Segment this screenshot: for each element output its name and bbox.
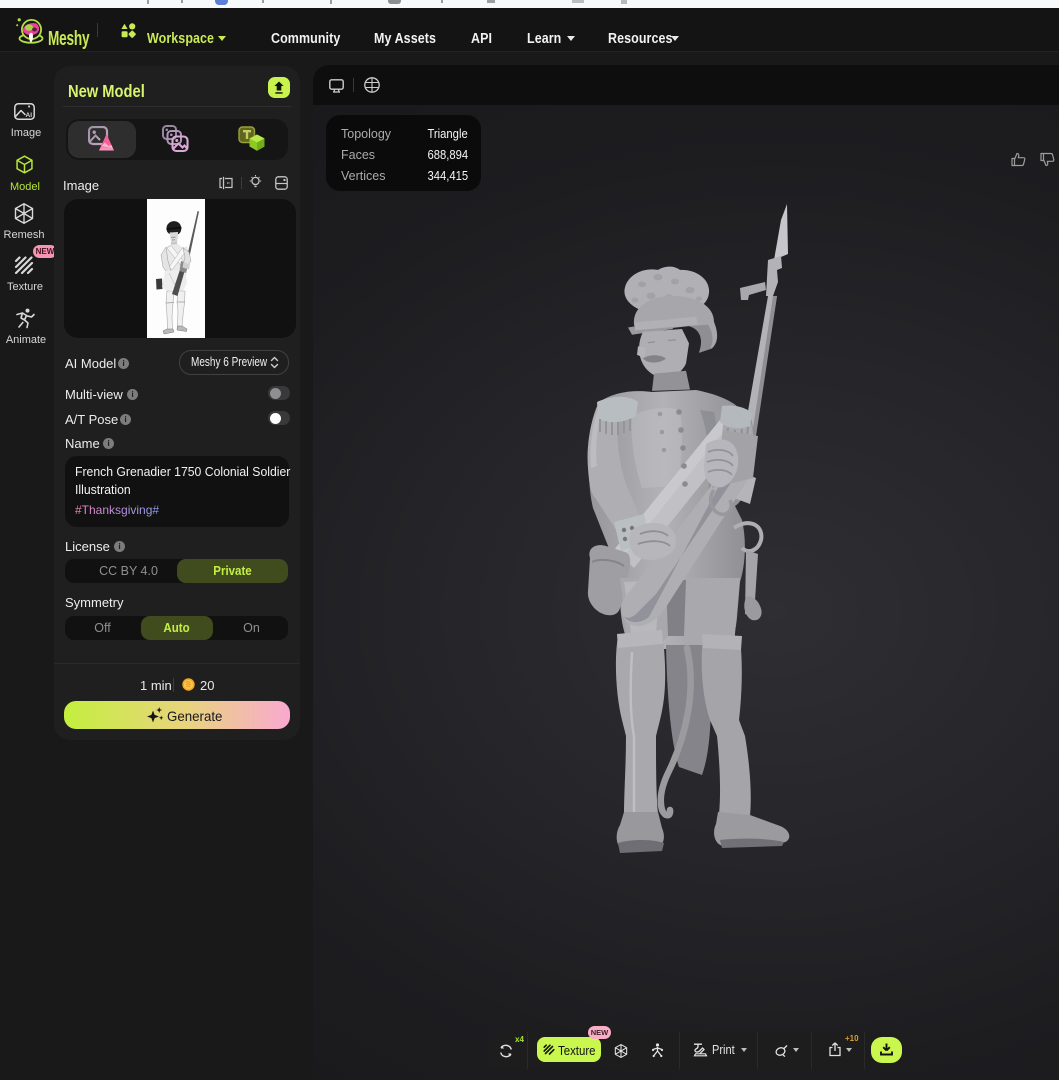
- svg-text:AI: AI: [26, 112, 33, 119]
